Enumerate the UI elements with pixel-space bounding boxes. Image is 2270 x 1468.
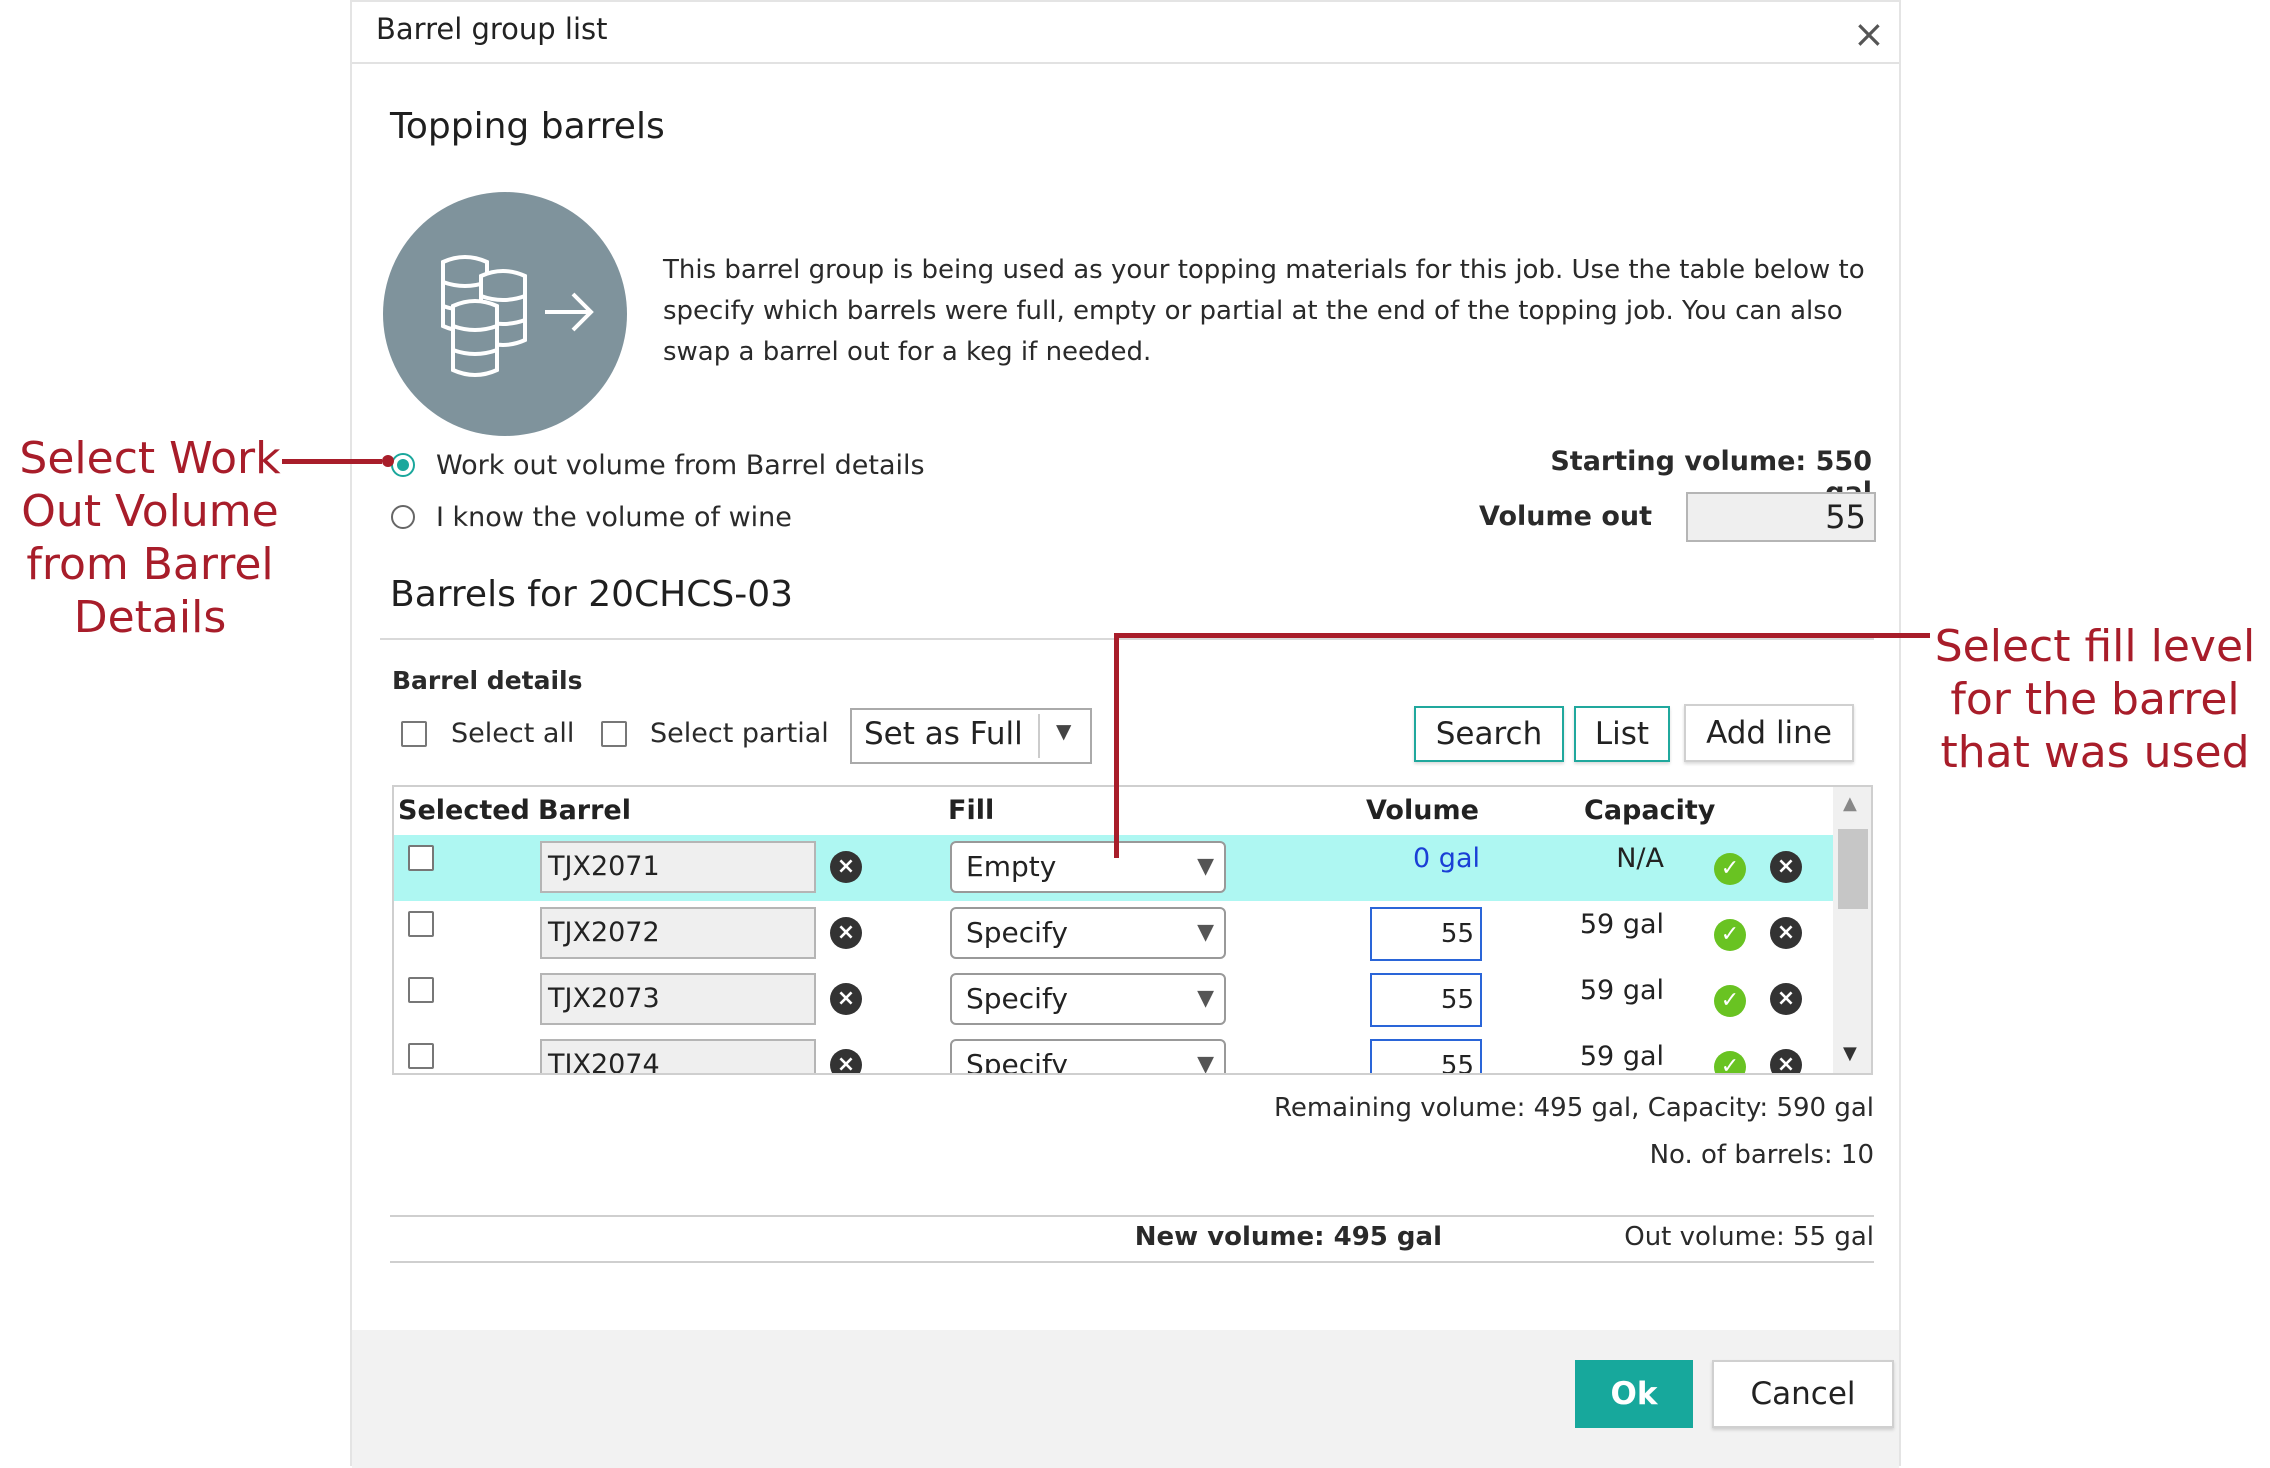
table-scrollbar[interactable]: ▲ ▼ <box>1833 787 1871 1073</box>
annotation-left-line <box>282 459 382 464</box>
volume-input[interactable]: 55 <box>1370 907 1482 961</box>
capacity-value: 59 gal <box>1579 975 1664 1006</box>
cancel-button[interactable]: Cancel <box>1712 1360 1894 1428</box>
search-button[interactable]: Search <box>1414 706 1564 762</box>
row-checkbox[interactable] <box>408 911 434 937</box>
volume-input[interactable]: 55 <box>1370 1039 1482 1073</box>
remaining-volume: Remaining volume: 495 gal, Capacity: 590… <box>1273 1093 1874 1123</box>
volume-input[interactable]: 55 <box>1370 973 1482 1027</box>
table-row[interactable]: TJX2072 × Specify ▼ 55 59 gal ✓ × <box>394 901 1834 967</box>
table-row[interactable]: TJX2074 × Specify ▼ 55 59 gal ✓ × <box>394 1033 1834 1075</box>
remove-barrel-icon[interactable]: × <box>830 851 862 883</box>
delete-row-icon[interactable]: × <box>1770 917 1802 949</box>
annotation-left-dot <box>382 455 394 467</box>
remove-barrel-icon[interactable]: × <box>830 983 862 1015</box>
fill-value: Specify <box>966 982 1068 1015</box>
header-volume: Volume <box>1366 795 1479 826</box>
annotation-right-line-h <box>1114 633 1930 638</box>
set-as-dropdown[interactable]: Set as Full ▼ <box>850 708 1092 764</box>
header-fill: Fill <box>948 795 995 826</box>
annotation-right-line-v <box>1114 633 1119 858</box>
radio-work-out-volume[interactable] <box>391 453 415 477</box>
radio-know-volume-label: I know the volume of wine <box>436 502 792 533</box>
select-partial-checkbox[interactable] <box>601 721 627 747</box>
divider <box>380 638 1874 640</box>
check-icon[interactable]: ✓ <box>1714 1051 1746 1073</box>
dialog-footer: Ok Cancel <box>352 1330 1899 1468</box>
row-checkbox[interactable] <box>408 977 434 1003</box>
summary-bottom-divider <box>390 1261 1874 1263</box>
table-row[interactable]: TJX2073 × Specify ▼ 55 59 gal ✓ × <box>394 967 1834 1033</box>
set-as-value: Set as Full <box>864 716 1023 752</box>
row-checkbox[interactable] <box>408 1043 434 1069</box>
dropdown-divider <box>1038 714 1040 758</box>
barrel-input[interactable]: TJX2071 <box>540 841 816 893</box>
delete-row-icon[interactable]: × <box>1770 983 1802 1015</box>
dialog-description: This barrel group is being used as your … <box>663 255 1865 367</box>
chevron-down-icon: ▼ <box>1197 920 1214 945</box>
fill-select[interactable]: Specify ▼ <box>950 973 1226 1025</box>
select-partial-label: Select partial <box>650 718 829 749</box>
capacity-value: 59 gal <box>1579 1041 1664 1072</box>
fill-select[interactable]: Specify ▼ <box>950 907 1226 959</box>
capacity-value: N/A <box>1616 843 1664 874</box>
annotation-fill-level: Select fill level for the barrel that wa… <box>1934 621 2256 778</box>
check-icon[interactable]: ✓ <box>1714 985 1746 1017</box>
fill-value: Empty <box>966 850 1057 883</box>
chevron-down-icon: ▼ <box>1056 719 1072 743</box>
fill-value: Specify <box>966 916 1068 949</box>
barrel-input[interactable]: TJX2074 <box>540 1039 816 1073</box>
capacity-value: 59 gal <box>1579 909 1664 940</box>
radio-know-volume[interactable] <box>391 505 415 529</box>
ok-button[interactable]: Ok <box>1575 1360 1693 1428</box>
delete-row-icon[interactable]: × <box>1770 1049 1802 1073</box>
scroll-up-icon[interactable]: ▲ <box>1843 793 1857 814</box>
header-barrel: Barrel <box>538 795 631 826</box>
fill-select[interactable]: Specify ▼ <box>950 1039 1226 1075</box>
barrel-details-label: Barrel details <box>392 666 583 695</box>
add-line-button[interactable]: Add line <box>1684 704 1854 762</box>
chevron-down-icon: ▼ <box>1197 986 1214 1011</box>
remove-barrel-icon[interactable]: × <box>830 917 862 949</box>
check-icon[interactable]: ✓ <box>1714 919 1746 951</box>
barrel-input[interactable]: TJX2073 <box>540 973 816 1025</box>
chevron-down-icon: ▼ <box>1197 854 1214 879</box>
barrel-count: No. of barrels: 10 <box>1649 1140 1874 1170</box>
barrel-input[interactable]: TJX2072 <box>540 907 816 959</box>
volume-out-label: Volume out <box>1479 501 1652 532</box>
dialog-titlebar: Barrel group list × <box>352 2 1899 64</box>
scrollbar-thumb[interactable] <box>1838 829 1868 909</box>
check-icon[interactable]: ✓ <box>1714 853 1746 885</box>
list-button[interactable]: List <box>1574 706 1670 762</box>
barrels-table: Selected Barrel Fill Volume Capacity TJX… <box>392 785 1873 1075</box>
scroll-down-icon[interactable]: ▼ <box>1843 1043 1857 1064</box>
chevron-down-icon: ▼ <box>1197 1052 1214 1075</box>
dialog-title: Barrel group list <box>376 12 608 46</box>
row-checkbox[interactable] <box>408 845 434 871</box>
radio-work-out-volume-label: Work out volume from Barrel details <box>436 450 925 481</box>
barrels-title: Barrels for 20CHCS-03 <box>390 574 794 615</box>
select-all-checkbox[interactable] <box>401 721 427 747</box>
header-selected: Selected <box>398 795 530 826</box>
new-volume: New volume: 495 gal <box>1134 1222 1442 1252</box>
volume-value: 0 gal <box>1413 843 1480 874</box>
delete-row-icon[interactable]: × <box>1770 851 1802 883</box>
remove-barrel-icon[interactable]: × <box>830 1049 862 1073</box>
fill-value: Specify <box>966 1048 1068 1075</box>
annotation-work-out-volume: Select Work Out Volume from Barrel Detai… <box>19 433 281 643</box>
close-icon[interactable]: × <box>1853 15 1885 53</box>
fill-select[interactable]: Empty ▼ <box>950 841 1226 893</box>
out-volume: Out volume: 55 gal <box>1624 1222 1874 1252</box>
select-all-label: Select all <box>451 718 575 749</box>
header-capacity: Capacity <box>1584 795 1716 826</box>
summary-top-divider <box>390 1215 1874 1217</box>
section-title: Topping barrels <box>390 106 665 147</box>
barrels-arrow-icon <box>383 192 627 436</box>
barrel-group-dialog: Barrel group list × Topping barrels This… <box>350 0 1901 1468</box>
volume-out-input[interactable]: 55 <box>1686 492 1876 542</box>
